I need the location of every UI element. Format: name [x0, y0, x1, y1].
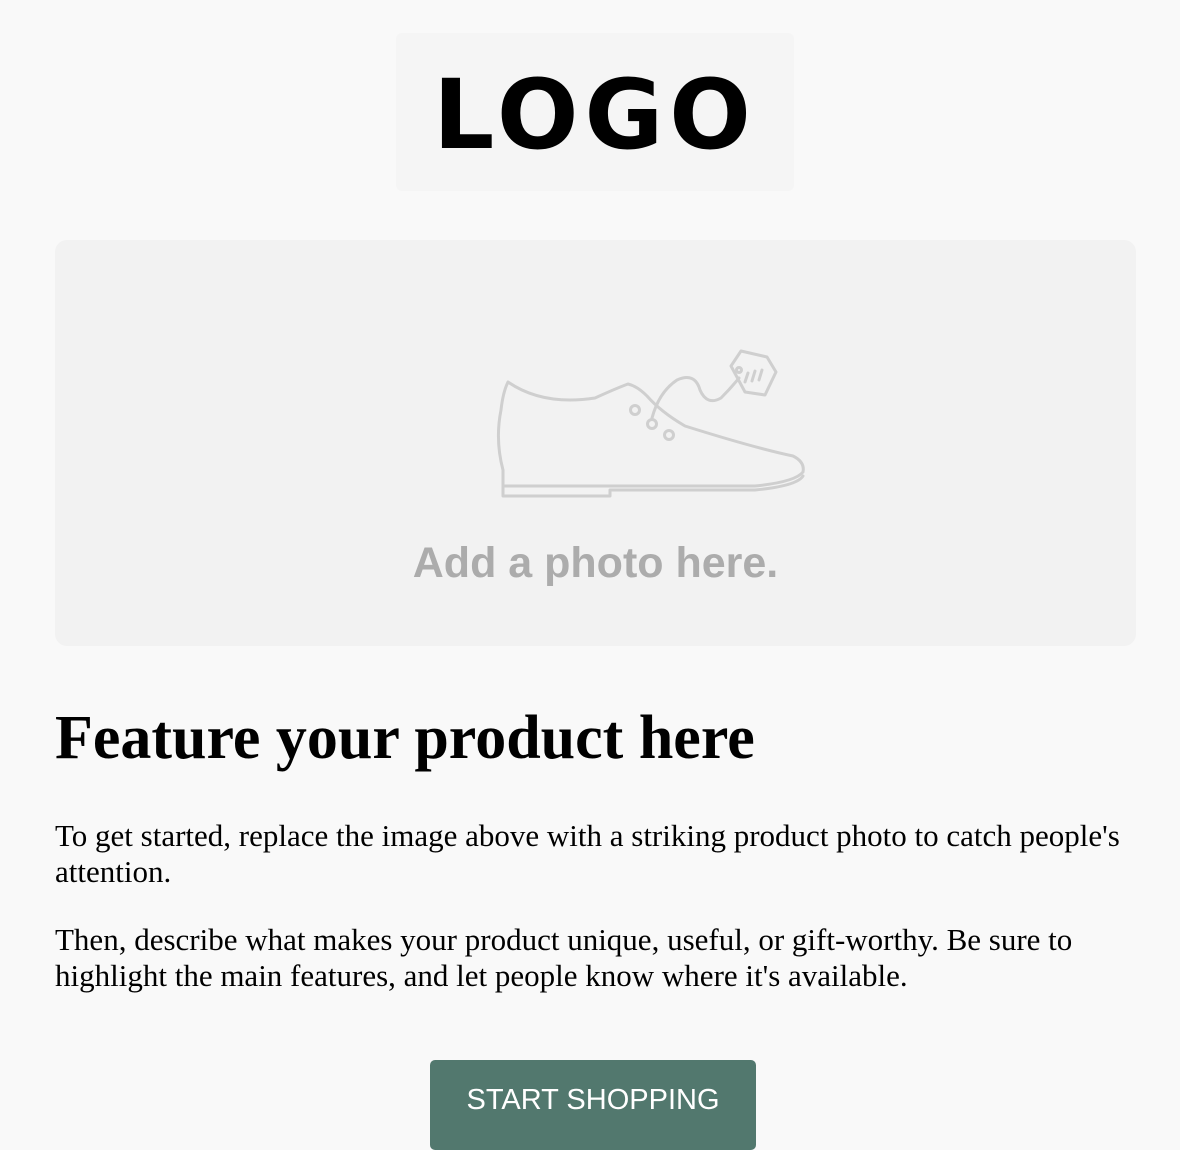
logo-container: LOGO: [396, 33, 794, 191]
start-shopping-button[interactable]: START SHOPPING: [430, 1060, 756, 1150]
headline: Feature your product here: [55, 704, 755, 772]
intro-paragraph: To get started, replace the image above …: [55, 818, 1120, 889]
photo-placeholder[interactable]: Add a photo here.: [55, 240, 1136, 646]
shoe-with-tag-icon: [496, 349, 805, 498]
description-paragraph: Then, describe what makes your product u…: [55, 922, 1073, 993]
logo: LOGO: [433, 59, 757, 171]
photo-caption: Add a photo here.: [412, 539, 779, 587]
